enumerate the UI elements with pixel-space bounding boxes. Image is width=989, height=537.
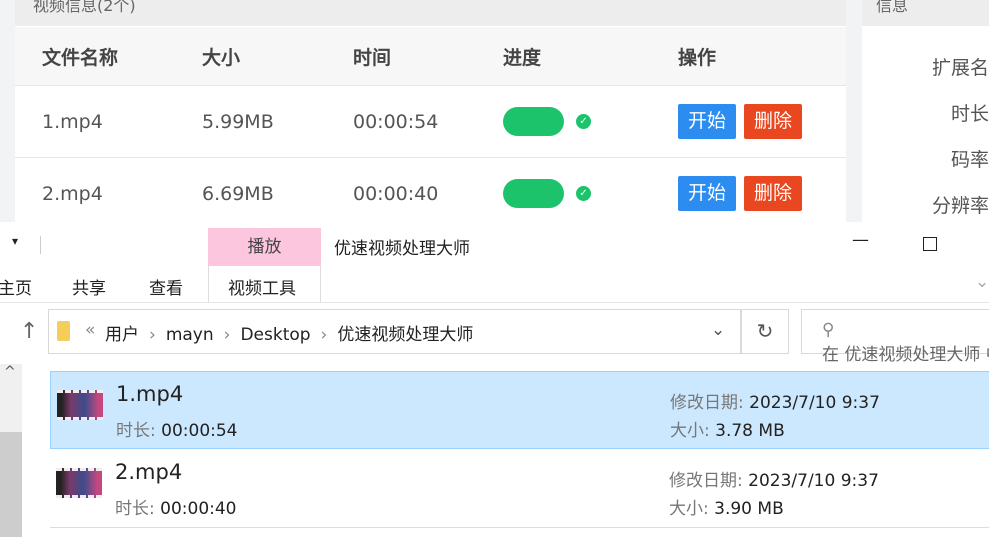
history-dropdown-icon[interactable]: ⌄ bbox=[711, 320, 725, 340]
table-header: 文件名称 大小 时间 进度 操作 bbox=[15, 27, 846, 85]
breadcrumb-item[interactable]: mayn bbox=[166, 325, 214, 345]
panel-title: 视频信息(2个) bbox=[15, 0, 846, 26]
tab-video-tools[interactable]: 视频工具 bbox=[228, 274, 296, 299]
video-list-panel: 视频信息(2个) 文件名称 大小 时间 进度 操作 1.mp4 5.99MB 0… bbox=[15, 0, 846, 222]
tab-view[interactable]: 查看 bbox=[149, 274, 183, 299]
file-duration: 00:00:54 bbox=[161, 421, 238, 441]
divider bbox=[40, 236, 41, 254]
folder-icon bbox=[57, 321, 70, 341]
breadcrumb-item[interactable]: Desktop bbox=[240, 325, 310, 345]
tab-home[interactable]: 主页 bbox=[0, 274, 32, 299]
file-date: 2023/7/10 9:37 bbox=[749, 393, 880, 413]
minimize-button[interactable]: — bbox=[852, 230, 869, 250]
progress-bar bbox=[503, 107, 564, 136]
delete-button[interactable]: 删除 bbox=[744, 176, 803, 211]
video-app: 视频信息(2个) 文件名称 大小 时间 进度 操作 1.mp4 5.99MB 0… bbox=[0, 0, 989, 222]
file-name: 2.mp4 bbox=[115, 460, 183, 484]
progress-bar bbox=[503, 179, 564, 208]
file-size: 6.69MB bbox=[202, 182, 274, 205]
info-title: 信息 bbox=[862, 0, 989, 26]
header-size: 大小 bbox=[202, 46, 241, 69]
check-icon: ✓ bbox=[576, 114, 591, 129]
tab-share[interactable]: 共享 bbox=[72, 274, 106, 299]
header-actions: 操作 bbox=[678, 46, 717, 69]
check-icon: ✓ bbox=[576, 186, 591, 201]
refresh-button[interactable]: ↻ bbox=[741, 309, 789, 354]
up-arrow-icon[interactable]: ↑ bbox=[20, 319, 38, 344]
header-name: 文件名称 bbox=[42, 46, 119, 69]
overflow-icon[interactable]: « bbox=[85, 320, 95, 340]
progress: ✓ bbox=[503, 107, 591, 136]
info-label: 分辨率 bbox=[931, 195, 989, 217]
table-row: 2.mp4 6.69MB 00:00:40 ✓ 开始 删除 bbox=[15, 157, 846, 229]
progress: ✓ bbox=[503, 179, 591, 208]
maximize-button[interactable] bbox=[923, 237, 937, 251]
table-row: 1.mp4 5.99MB 00:00:54 ✓ 开始 删除 bbox=[15, 85, 846, 157]
ribbon-expand-icon[interactable]: ⌄ bbox=[975, 272, 989, 292]
context-tab-play[interactable]: 播放 bbox=[208, 228, 321, 266]
info-label: 时长 bbox=[950, 103, 989, 125]
breadcrumb-item[interactable]: 用户 bbox=[105, 325, 139, 345]
window-title: 优速视频处理大师 bbox=[334, 239, 470, 259]
delete-button[interactable]: 删除 bbox=[744, 104, 803, 139]
file-explorer: ▾ 播放 优速视频处理大师 — 主页 共享 查看 视频工具 ⌄ ↑ « 用户 › m… bbox=[0, 222, 989, 537]
address-bar[interactable]: « 用户 › mayn › Desktop › 优速视频处理大师 ⌄ bbox=[48, 309, 741, 354]
file-item[interactable]: 1.mp4 时长: 00:00:54 修改日期: 2023/7/10 9:37 … bbox=[50, 371, 989, 449]
file-size: 3.90 MB bbox=[714, 499, 784, 519]
file-size: 3.78 MB bbox=[715, 421, 785, 441]
info-label: 扩展名 bbox=[931, 57, 989, 79]
file-name: 1.mp4 bbox=[42, 110, 103, 133]
scrollbar[interactable]: ^ bbox=[0, 364, 22, 537]
file-time: 00:00:40 bbox=[353, 182, 439, 205]
info-panel: 信息 扩展名 时长 码率 分辨率 bbox=[862, 0, 989, 222]
file-duration: 00:00:40 bbox=[160, 499, 237, 519]
file-item[interactable]: 2.mp4 时长: 00:00:40 修改日期: 2023/7/10 9:37 … bbox=[50, 450, 989, 528]
start-button[interactable]: 开始 bbox=[678, 104, 737, 139]
video-thumbnail bbox=[56, 468, 102, 498]
header-progress: 进度 bbox=[503, 46, 542, 69]
search-icon: ⚲ bbox=[822, 320, 835, 340]
start-button[interactable]: 开始 bbox=[678, 176, 737, 211]
file-date: 2023/7/10 9:37 bbox=[748, 471, 879, 491]
video-thumbnail bbox=[57, 390, 103, 420]
quick-access-dropdown-icon[interactable]: ▾ bbox=[12, 234, 18, 248]
info-label: 码率 bbox=[950, 149, 989, 171]
header-time: 时间 bbox=[353, 46, 392, 69]
file-name: 2.mp4 bbox=[42, 182, 103, 205]
file-size: 5.99MB bbox=[202, 110, 274, 133]
search-input[interactable]: ⚲在 优速视频处理大师 中搜索 bbox=[801, 309, 989, 365]
file-name: 1.mp4 bbox=[116, 382, 184, 406]
breadcrumb-item[interactable]: 优速视频处理大师 bbox=[337, 325, 473, 345]
file-time: 00:00:54 bbox=[353, 110, 439, 133]
